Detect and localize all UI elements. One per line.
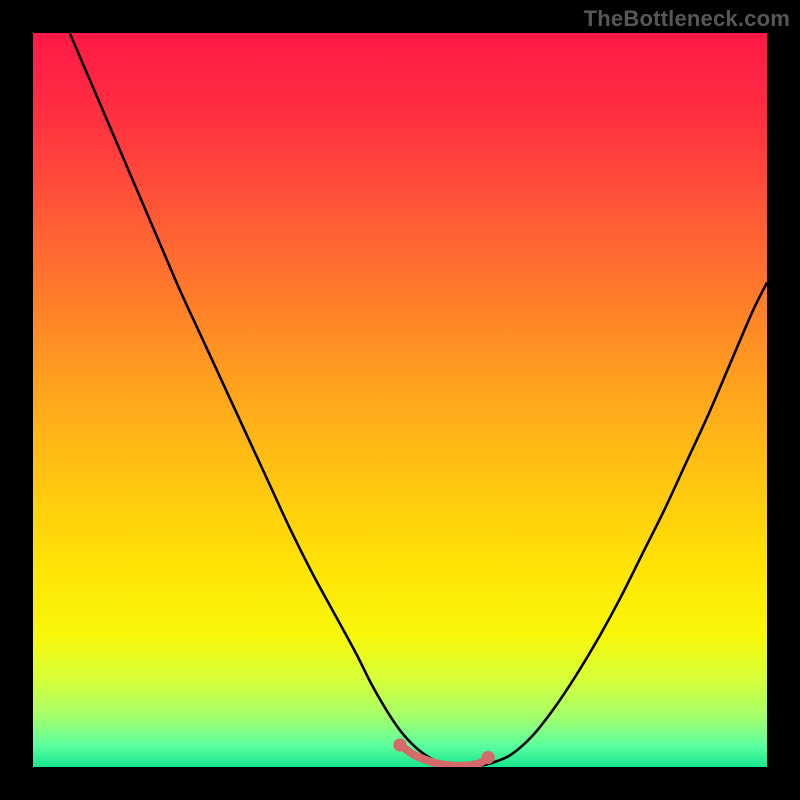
bottom-marker-group xyxy=(393,738,494,766)
plot-area xyxy=(33,33,767,767)
watermark-text: TheBottleneck.com xyxy=(584,6,790,32)
bottleneck-curve-path xyxy=(70,33,767,767)
chart-frame: TheBottleneck.com xyxy=(0,0,800,800)
curve-layer xyxy=(33,33,767,767)
bottom-marker-dot xyxy=(393,738,406,751)
bottom-marker-stroke xyxy=(400,745,488,766)
bottom-marker-dot xyxy=(481,751,494,764)
